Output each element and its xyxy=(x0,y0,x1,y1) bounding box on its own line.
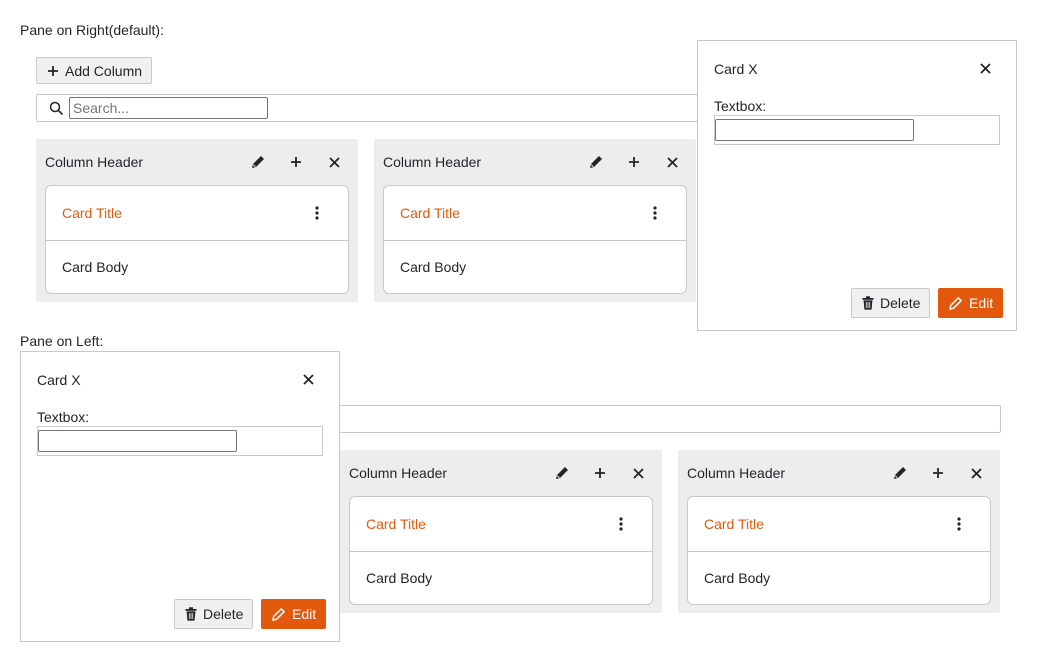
close-icon[interactable] xyxy=(322,150,346,174)
pencil-icon xyxy=(948,296,963,311)
card-divider xyxy=(688,551,990,552)
edit-button[interactable]: Edit xyxy=(261,599,327,629)
pane-title: Card X xyxy=(37,372,81,388)
pencil-icon[interactable] xyxy=(550,461,574,485)
trash-icon xyxy=(862,296,874,310)
add-column-button[interactable]: Add Column xyxy=(36,57,153,84)
card-body: Card Body xyxy=(704,570,771,586)
plus-icon[interactable] xyxy=(926,461,950,485)
card-divider xyxy=(384,240,686,241)
kebab-icon[interactable] xyxy=(947,512,971,536)
textbox-label: Textbox: xyxy=(714,98,767,114)
close-icon[interactable] xyxy=(296,367,320,391)
edit-button[interactable]: Edit xyxy=(938,288,1004,318)
delete-label: Delete xyxy=(203,606,244,622)
card-title[interactable]: Card Title xyxy=(704,516,764,532)
card-body: Card Body xyxy=(400,259,467,275)
kanban-column: Column Header Card Title Card Body xyxy=(36,139,358,302)
column-header: Column Header xyxy=(687,465,786,481)
close-icon[interactable] xyxy=(626,461,650,485)
search-icon xyxy=(49,101,64,116)
pane-title: Card X xyxy=(714,61,758,77)
trash-icon xyxy=(185,607,197,621)
search-input[interactable] xyxy=(69,97,268,119)
card-details-pane-left: Card X Textbox: Delete Edit xyxy=(20,351,340,642)
plus-icon xyxy=(47,65,59,77)
search-bar xyxy=(339,405,1001,433)
card-body: Card Body xyxy=(62,259,129,275)
plus-icon[interactable] xyxy=(284,150,308,174)
textbox-label: Textbox: xyxy=(37,409,90,425)
kanban-card[interactable]: Card Title Card Body xyxy=(349,496,653,605)
textbox-field xyxy=(37,426,323,456)
kebab-icon[interactable] xyxy=(643,201,667,225)
column-header: Column Header xyxy=(45,154,144,170)
card-divider xyxy=(350,551,652,552)
kanban-column: Column Header Card Title Card Body xyxy=(374,139,696,302)
plus-icon[interactable] xyxy=(622,150,646,174)
kebab-icon[interactable] xyxy=(305,201,329,225)
textbox-field xyxy=(714,115,1000,145)
pencil-icon[interactable] xyxy=(888,461,912,485)
edit-label: Edit xyxy=(969,295,994,311)
kebab-icon[interactable] xyxy=(609,512,633,536)
pencil-icon[interactable] xyxy=(584,150,608,174)
delete-button[interactable]: Delete xyxy=(174,599,254,629)
add-column-label: Add Column xyxy=(65,62,143,79)
plus-icon[interactable] xyxy=(588,461,612,485)
section-label-pane-right: Pane on Right(default): xyxy=(20,22,164,38)
kanban-column: Column Header Card Title Card Body xyxy=(678,450,1000,613)
kanban-card[interactable]: Card Title Card Body xyxy=(45,185,349,294)
kanban-column: Column Header Card Title Card Body xyxy=(340,450,662,613)
pencil-icon xyxy=(271,607,286,622)
textbox-input[interactable] xyxy=(715,119,914,141)
card-divider xyxy=(46,240,348,241)
pencil-icon[interactable] xyxy=(246,150,270,174)
column-header: Column Header xyxy=(383,154,482,170)
kanban-card[interactable]: Card Title Card Body xyxy=(383,185,687,294)
card-details-pane-right: Card X Textbox: Delete Edit xyxy=(697,40,1017,331)
card-body: Card Body xyxy=(366,570,433,586)
search-bar xyxy=(36,94,698,122)
card-title[interactable]: Card Title xyxy=(400,205,460,221)
delete-button[interactable]: Delete xyxy=(851,288,931,318)
edit-label: Edit xyxy=(292,606,317,622)
section-label-pane-left: Pane on Left: xyxy=(20,333,104,349)
close-icon[interactable] xyxy=(973,56,997,80)
card-title[interactable]: Card Title xyxy=(366,516,426,532)
kanban-card[interactable]: Card Title Card Body xyxy=(687,496,991,605)
close-icon[interactable] xyxy=(660,150,684,174)
card-title[interactable]: Card Title xyxy=(62,205,122,221)
column-header: Column Header xyxy=(349,465,448,481)
close-icon[interactable] xyxy=(964,461,988,485)
delete-label: Delete xyxy=(880,295,921,311)
textbox-input[interactable] xyxy=(38,430,237,452)
